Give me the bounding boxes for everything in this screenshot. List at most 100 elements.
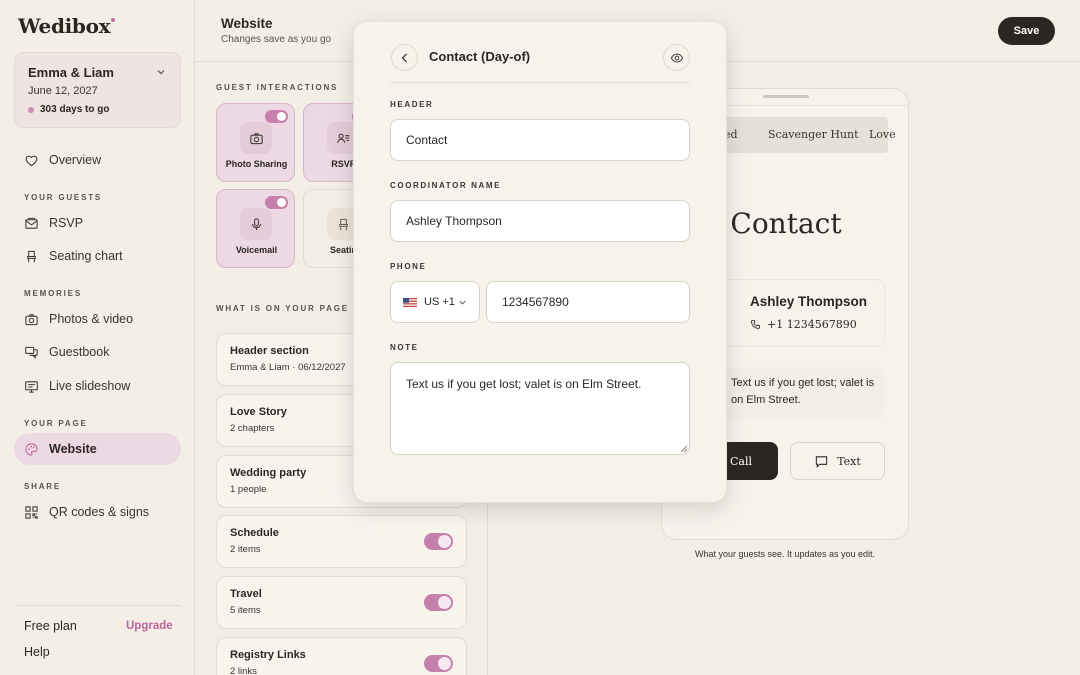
country-code-select[interactable]: US +1 bbox=[390, 281, 480, 323]
preview-note-card: Text us if you get lost; valet is on Elm… bbox=[717, 367, 885, 419]
note-field-label: NOTE bbox=[390, 343, 419, 352]
phone-number-input[interactable] bbox=[486, 281, 690, 323]
nav-guestbook-label: Guestbook bbox=[49, 345, 110, 359]
header-field-label: HEADER bbox=[390, 100, 434, 109]
preview-caption: What your guests see. It updates as you … bbox=[694, 549, 876, 559]
plan-label: Free plan bbox=[24, 619, 77, 633]
sidebar: Wedibox Emma & Liam June 12, 2027 303 da… bbox=[0, 0, 195, 675]
modal-divider bbox=[390, 82, 690, 83]
section-title: Travel bbox=[230, 588, 262, 600]
coordinator-field-label: COORDINATOR NAME bbox=[390, 181, 502, 190]
section-schedule[interactable]: Schedule 2 items bbox=[216, 515, 467, 568]
upgrade-link[interactable]: Upgrade bbox=[126, 620, 173, 632]
section-registry-links[interactable]: Registry Links 2 links bbox=[216, 637, 467, 675]
save-button[interactable]: Save bbox=[998, 17, 1055, 45]
tile-icon-wrap bbox=[240, 208, 272, 240]
nav-seating-label: Seating chart bbox=[49, 249, 123, 263]
tile-photo-sharing[interactable]: Photo Sharing bbox=[216, 103, 295, 182]
sidebar-divider bbox=[14, 605, 181, 606]
note-textarea[interactable]: Text us if you get lost; valet is on Elm… bbox=[390, 362, 690, 455]
palette-icon bbox=[25, 442, 38, 456]
page-title: Website bbox=[221, 16, 273, 31]
phone-field-label: PHONE bbox=[390, 262, 427, 271]
country-code-value: US +1 bbox=[424, 296, 455, 308]
nav-guestbook[interactable]: Guestbook bbox=[14, 336, 181, 368]
couple-name: Emma & Liam bbox=[28, 65, 114, 80]
envelope-icon bbox=[25, 217, 38, 229]
nav-slideshow-label: Live slideshow bbox=[49, 379, 131, 393]
guest-interactions-label: GUEST INTERACTIONS bbox=[216, 83, 339, 92]
brand-logo[interactable]: Wedibox bbox=[18, 14, 116, 38]
tile-voicemail[interactable]: Voicemail bbox=[216, 189, 295, 268]
nav-qr-label: QR codes & signs bbox=[49, 505, 150, 519]
preview-tab[interactable]: Scavenger Hunt bbox=[768, 128, 859, 141]
guest-list-icon bbox=[336, 133, 349, 143]
resize-handle-icon[interactable] bbox=[680, 445, 688, 453]
chevron-down-icon bbox=[459, 300, 466, 305]
header-input[interactable] bbox=[390, 119, 690, 161]
nav-website-label: Website bbox=[49, 442, 97, 456]
nav-photos-label: Photos & video bbox=[49, 312, 134, 326]
camera-icon bbox=[25, 313, 38, 325]
nav-section-memories: MEMORIES bbox=[24, 289, 82, 298]
travel-toggle[interactable] bbox=[424, 594, 453, 611]
couple-switcher[interactable]: Emma & Liam June 12, 2027 303 days to go bbox=[14, 52, 181, 128]
back-button[interactable] bbox=[391, 44, 418, 71]
preview-note: Text us if you get lost; valet is on Elm… bbox=[731, 377, 875, 406]
message-icon bbox=[816, 455, 828, 468]
nav-rsvp[interactable]: RSVP bbox=[14, 207, 181, 239]
photo-sharing-toggle[interactable] bbox=[265, 110, 288, 123]
voicemail-toggle[interactable] bbox=[265, 196, 288, 209]
preview-toggle-button[interactable] bbox=[663, 44, 690, 71]
section-subtitle: 2 links bbox=[230, 666, 257, 675]
tile-icon-wrap bbox=[240, 122, 272, 154]
nav-seating-chart[interactable]: Seating chart bbox=[14, 240, 181, 272]
preview-coordinator-name: Ashley Thompson bbox=[750, 294, 868, 309]
chevron-down-icon bbox=[157, 70, 165, 75]
logo-dot bbox=[111, 18, 116, 22]
nav-photos-video[interactable]: Photos & video bbox=[14, 303, 181, 335]
nav-live-slideshow[interactable]: Live slideshow bbox=[14, 370, 181, 402]
chevron-left-icon bbox=[401, 53, 407, 62]
eye-icon bbox=[670, 53, 683, 62]
tile-label: Voicemail bbox=[235, 245, 278, 255]
nav-section-guests: YOUR GUESTS bbox=[24, 193, 103, 202]
contact-edit-modal: Contact (Day-of) HEADER COORDINATOR NAME… bbox=[353, 21, 727, 503]
nav-overview-label: Overview bbox=[49, 153, 102, 167]
wedding-date: June 12, 2027 bbox=[28, 85, 98, 97]
camera-icon bbox=[249, 132, 263, 144]
monitor-icon bbox=[25, 380, 38, 393]
phone-notch bbox=[763, 95, 809, 98]
section-subtitle: 2 items bbox=[230, 544, 261, 555]
help-link[interactable]: Help bbox=[24, 645, 50, 659]
nav-section-share: SHARE bbox=[24, 482, 62, 491]
nav-qr-codes[interactable]: QR codes & signs bbox=[14, 496, 181, 528]
preview-text-button[interactable]: Text bbox=[790, 442, 885, 480]
section-title: Registry Links bbox=[230, 649, 306, 661]
section-travel[interactable]: Travel 5 items bbox=[216, 576, 467, 629]
qr-code-icon bbox=[25, 505, 38, 519]
preview-coordinator-card: Ashley Thompson +1 1234567890 bbox=[717, 279, 885, 347]
section-subtitle: 5 items bbox=[230, 605, 261, 616]
nav-overview[interactable]: Overview bbox=[14, 144, 181, 176]
schedule-toggle[interactable] bbox=[424, 533, 453, 550]
page-sections-label: WHAT IS ON YOUR PAGE bbox=[216, 304, 349, 313]
preview-tab[interactable]: Love bbox=[869, 128, 896, 141]
countdown-dot bbox=[28, 106, 34, 113]
chat-bubbles-icon bbox=[25, 346, 38, 359]
chair-icon bbox=[338, 218, 348, 230]
nav-rsvp-label: RSVP bbox=[49, 216, 84, 230]
tile-label: Photo Sharing bbox=[225, 159, 288, 169]
chair-icon bbox=[27, 250, 36, 262]
coordinator-name-input[interactable] bbox=[390, 200, 690, 242]
phone-icon bbox=[751, 319, 760, 329]
preview-phone-number: +1 1234567890 bbox=[750, 318, 857, 331]
us-flag-icon bbox=[403, 297, 417, 307]
page-subtitle: Changes save as you go bbox=[221, 34, 332, 45]
section-title: Schedule bbox=[230, 527, 279, 539]
nav-website[interactable]: Website bbox=[14, 433, 181, 465]
modal-title: Contact (Day-of) bbox=[429, 49, 531, 64]
heart-icon bbox=[25, 155, 38, 166]
registry-toggle[interactable] bbox=[424, 655, 453, 672]
nav-section-page: YOUR PAGE bbox=[24, 419, 88, 428]
